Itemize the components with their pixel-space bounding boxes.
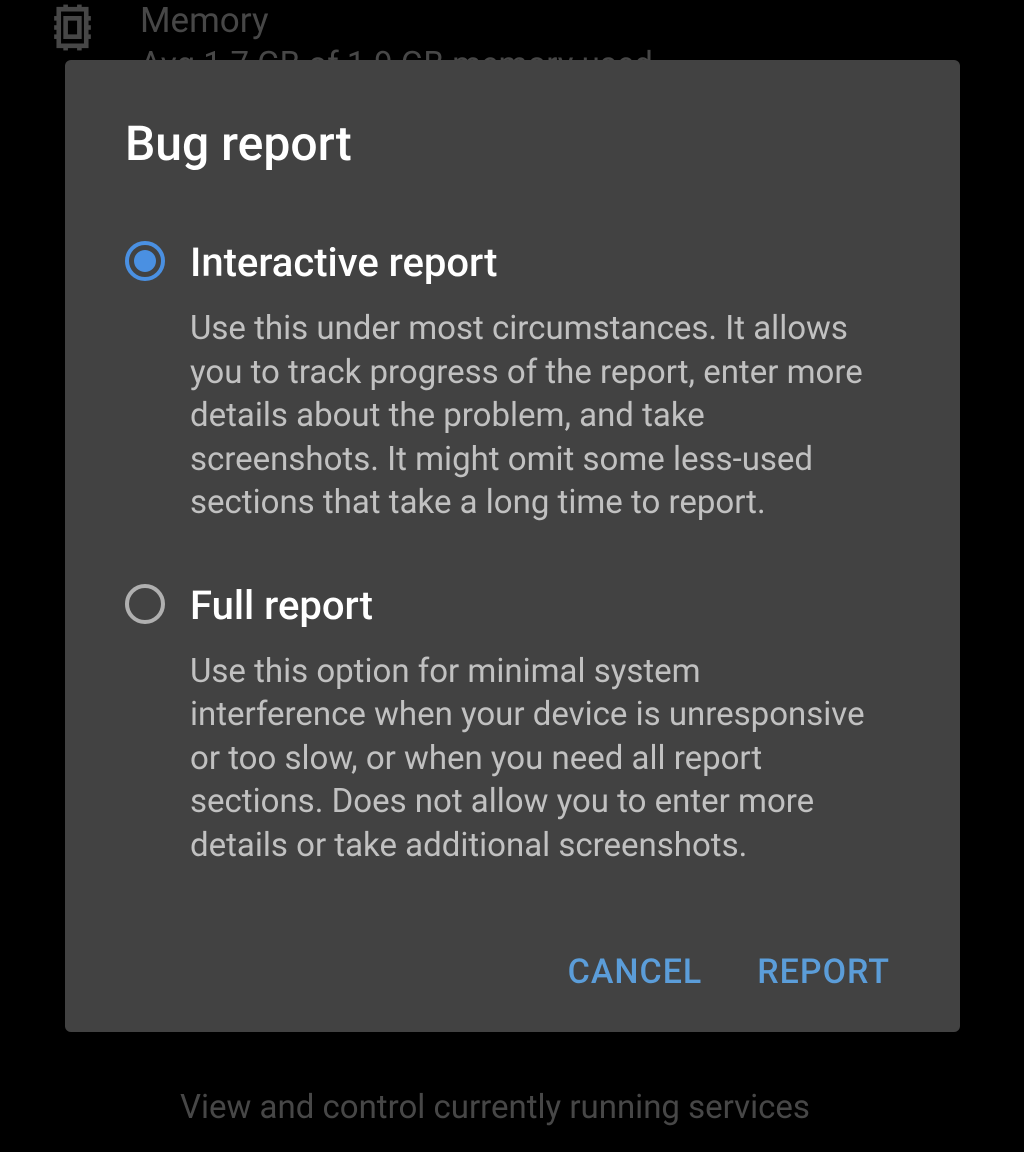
dialog-button-row: CANCEL REPORT — [115, 952, 910, 992]
bug-report-dialog: Bug report Interactive report Use this u… — [65, 60, 960, 1032]
full-report-title: Full report — [190, 580, 910, 632]
dialog-title: Bug report — [115, 115, 910, 172]
radio-button-unselected[interactable] — [125, 584, 165, 624]
interactive-report-description: Use this under most circumstances. It al… — [190, 307, 910, 525]
full-report-description: Use this option for minimal system inter… — [190, 650, 910, 868]
report-button[interactable]: REPORT — [757, 952, 890, 992]
interactive-report-title: Interactive report — [190, 237, 910, 289]
radio-button-selected[interactable] — [125, 241, 165, 281]
full-report-option[interactable]: Full report Use this option for minimal … — [115, 580, 910, 868]
interactive-report-option[interactable]: Interactive report Use this under most c… — [115, 237, 910, 525]
cancel-button[interactable]: CANCEL — [568, 952, 703, 992]
